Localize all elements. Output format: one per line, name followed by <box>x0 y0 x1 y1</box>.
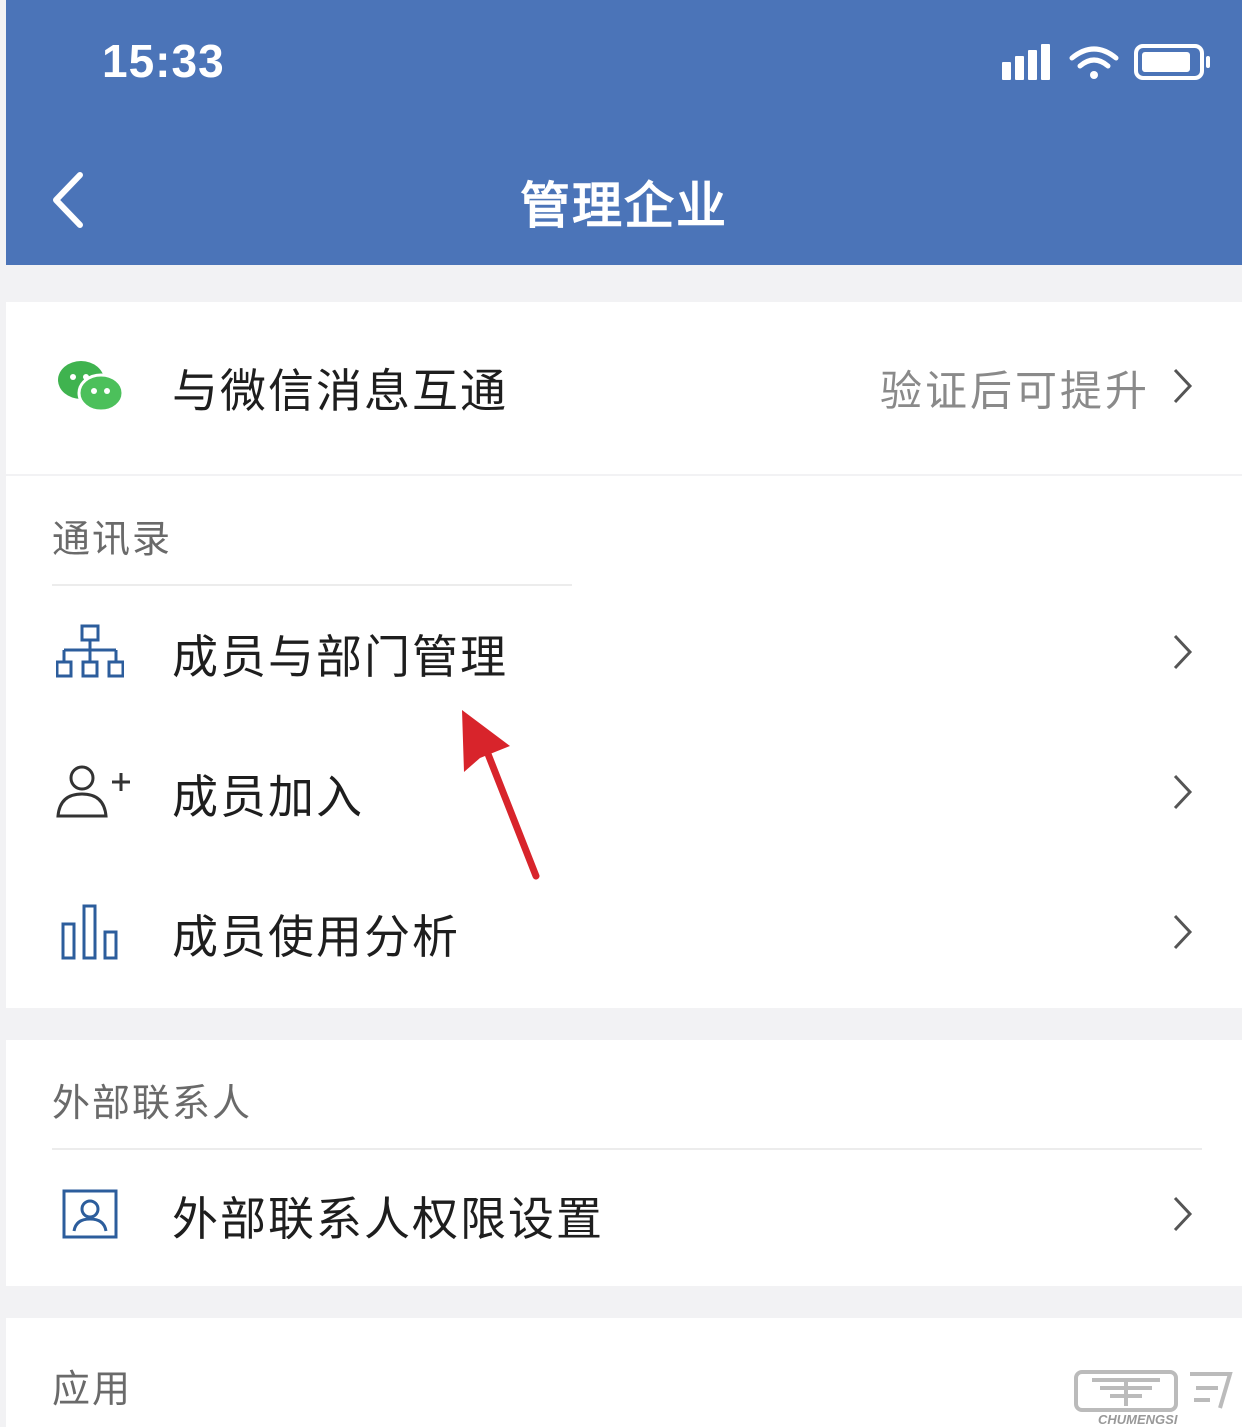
wechat-interop-row[interactable]: 与微信消息互通 验证后可提升 <box>6 322 1242 454</box>
watermark-logo: CHUMENGSI <box>1074 1370 1233 1427</box>
section-title-contacts: 通讯录 <box>52 517 173 561</box>
page-title: 管理企业 <box>520 177 728 235</box>
chevron-right-icon <box>1172 1194 1194 1238</box>
add-person-icon <box>56 764 132 824</box>
status-icons <box>1002 44 1210 80</box>
signal-icon <box>1002 44 1050 80</box>
battery-icon <box>1134 44 1210 80</box>
member-usage-analysis-row[interactable]: 成员使用分析 <box>6 868 1242 1000</box>
wechat-icon <box>54 358 128 418</box>
member-usage-analysis-label: 成员使用分析 <box>172 910 460 964</box>
section-title-apps: 应用 <box>52 1367 133 1411</box>
wechat-panel: 与微信消息互通 验证后可提升 <box>6 302 1242 474</box>
section-title-external: 外部联系人 <box>52 1081 253 1125</box>
member-dept-management-label: 成员与部门管理 <box>172 630 508 684</box>
external-contacts-panel: 外部联系人 外部联系人权限设置 <box>6 1040 1242 1286</box>
watermark-text: CHUMENGSI <box>1098 1412 1178 1427</box>
org-chart-icon <box>55 624 125 684</box>
divider <box>52 584 572 586</box>
member-dept-management-row[interactable]: 成员与部门管理 <box>6 588 1242 720</box>
chevron-right-icon <box>1172 632 1194 676</box>
chevron-right-icon <box>1172 366 1194 410</box>
wechat-interop-label: 与微信消息互通 <box>172 364 508 418</box>
wifi-icon <box>1069 46 1119 79</box>
contact-card-icon <box>62 1189 118 1243</box>
chevron-right-icon <box>1172 912 1194 956</box>
contacts-panel: 通讯录 成员与部门管理 成员加入 成员使用分析 <box>6 476 1242 1008</box>
apps-panel: 应用 <box>6 1318 1242 1427</box>
bar-chart-icon <box>60 904 122 964</box>
external-contact-permissions-label: 外部联系人权限设置 <box>172 1192 604 1246</box>
chevron-right-icon <box>1172 772 1194 816</box>
red-arrow-annotation <box>462 710 540 880</box>
member-join-row[interactable]: 成员加入 <box>6 728 1242 860</box>
external-contact-permissions-row[interactable]: 外部联系人权限设置 <box>6 1150 1242 1282</box>
member-join-label: 成员加入 <box>172 770 364 824</box>
nav-header: 15:33 管理企业 <box>6 0 1242 265</box>
wechat-interop-status: 验证后可提升 <box>879 366 1150 416</box>
status-time: 15:33 <box>102 35 225 87</box>
